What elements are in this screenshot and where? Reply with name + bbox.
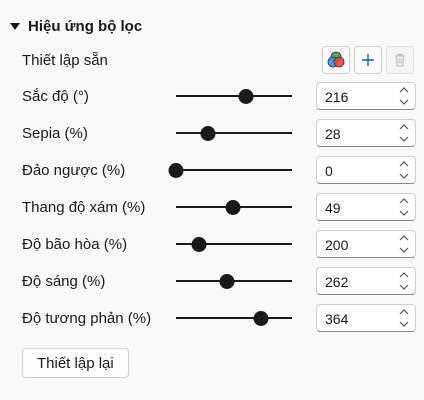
spinbox-arrows[interactable] xyxy=(397,122,411,144)
value-spinbox[interactable]: 49 xyxy=(316,193,416,221)
delete-preset-button[interactable] xyxy=(386,46,414,74)
filter-slider[interactable] xyxy=(168,160,292,180)
spinbox-arrows[interactable] xyxy=(397,159,411,181)
chevron-down-icon[interactable] xyxy=(397,318,411,329)
filter-row: Độ tương phản (%) 364 xyxy=(22,304,418,332)
filter-label: Độ bão hòa (%) xyxy=(22,236,128,253)
chevron-down-icon[interactable] xyxy=(397,207,411,218)
spinbox-value: 200 xyxy=(325,237,349,253)
filter-label: Độ tương phản (%) xyxy=(22,310,152,327)
add-preset-button[interactable] xyxy=(354,46,382,74)
chevron-up-icon[interactable] xyxy=(397,233,411,244)
spinbox-value: 0 xyxy=(325,163,333,179)
spinbox-value: 28 xyxy=(325,126,341,142)
filter-label: Sepia (%) xyxy=(22,125,88,142)
collapse-caret-icon[interactable] xyxy=(10,22,20,30)
chevron-up-icon[interactable] xyxy=(397,307,411,318)
value-spinbox[interactable]: 28 xyxy=(316,119,416,147)
slider-track[interactable] xyxy=(176,317,292,319)
preset-picker-button[interactable] xyxy=(322,46,350,74)
filter-slider[interactable] xyxy=(176,308,292,328)
slider-thumb[interactable] xyxy=(168,163,184,178)
spinbox-arrows[interactable] xyxy=(397,196,411,218)
filter-row: Độ bão hòa (%) 200 xyxy=(22,230,418,258)
filter-row: Sắc độ (°) 216 xyxy=(22,82,418,110)
value-spinbox[interactable]: 262 xyxy=(316,267,416,295)
chevron-up-icon[interactable] xyxy=(397,196,411,207)
filter-label: Đảo ngược (%) xyxy=(22,162,126,179)
slider-track[interactable] xyxy=(176,132,292,134)
filter-slider[interactable] xyxy=(176,197,292,217)
filter-row: Sepia (%) 28 xyxy=(22,119,418,147)
spinbox-value: 216 xyxy=(325,89,349,105)
chevron-up-icon[interactable] xyxy=(397,122,411,133)
slider-track[interactable] xyxy=(176,95,292,97)
filter-row: Độ sáng (%) 262 xyxy=(22,267,418,295)
reset-button[interactable]: Thiết lập lại xyxy=(22,348,129,378)
chevron-up-icon[interactable] xyxy=(397,159,411,170)
filter-row: Thang độ xám (%) 49 xyxy=(22,193,418,221)
trash-icon xyxy=(395,54,405,67)
color-circles-icon xyxy=(327,51,345,68)
value-spinbox[interactable]: 200 xyxy=(316,230,416,258)
preset-buttons xyxy=(322,46,414,74)
filter-slider[interactable] xyxy=(176,271,292,291)
chevron-down-icon[interactable] xyxy=(397,96,411,107)
filter-slider[interactable] xyxy=(176,123,292,143)
spinbox-value: 262 xyxy=(325,274,349,290)
preset-label: Thiết lập sẵn xyxy=(22,52,108,69)
slider-track[interactable] xyxy=(176,169,292,171)
slider-thumb[interactable] xyxy=(191,237,207,252)
spinbox-value: 364 xyxy=(325,311,349,327)
plus-icon xyxy=(362,54,374,66)
slider-thumb[interactable] xyxy=(219,274,235,289)
slider-thumb[interactable] xyxy=(253,311,269,326)
slider-thumb[interactable] xyxy=(200,126,216,141)
slider-thumb[interactable] xyxy=(238,89,254,104)
filter-label: Sắc độ (°) xyxy=(22,88,89,105)
spinbox-arrows[interactable] xyxy=(397,233,411,255)
filter-slider[interactable] xyxy=(176,234,292,254)
spinbox-arrows[interactable] xyxy=(397,85,411,107)
section-title: Hiệu ứng bộ lọc xyxy=(28,17,143,35)
chevron-up-icon[interactable] xyxy=(397,85,411,96)
spinbox-value: 49 xyxy=(325,200,341,216)
filter-row: Đảo ngược (%) 0 xyxy=(22,156,418,184)
chevron-down-icon[interactable] xyxy=(397,281,411,292)
filter-effects-panel: Hiệu ứng bộ lọc Thiết lập sẵn Sắc độ (°)… xyxy=(0,0,424,400)
value-spinbox[interactable]: 0 xyxy=(316,156,416,184)
chevron-down-icon[interactable] xyxy=(397,244,411,255)
chevron-up-icon[interactable] xyxy=(397,270,411,281)
filter-slider[interactable] xyxy=(176,86,292,106)
section-header[interactable]: Hiệu ứng bộ lọc xyxy=(10,15,142,37)
preset-row: Thiết lập sẵn xyxy=(22,46,414,76)
chevron-down-icon[interactable] xyxy=(397,170,411,181)
chevron-down-icon[interactable] xyxy=(397,133,411,144)
filter-label: Thang độ xám (%) xyxy=(22,199,146,216)
spinbox-arrows[interactable] xyxy=(397,270,411,292)
slider-thumb[interactable] xyxy=(225,200,241,215)
spinbox-arrows[interactable] xyxy=(397,307,411,329)
value-spinbox[interactable]: 216 xyxy=(316,82,416,110)
value-spinbox[interactable]: 364 xyxy=(316,304,416,332)
filter-label: Độ sáng (%) xyxy=(22,273,106,290)
